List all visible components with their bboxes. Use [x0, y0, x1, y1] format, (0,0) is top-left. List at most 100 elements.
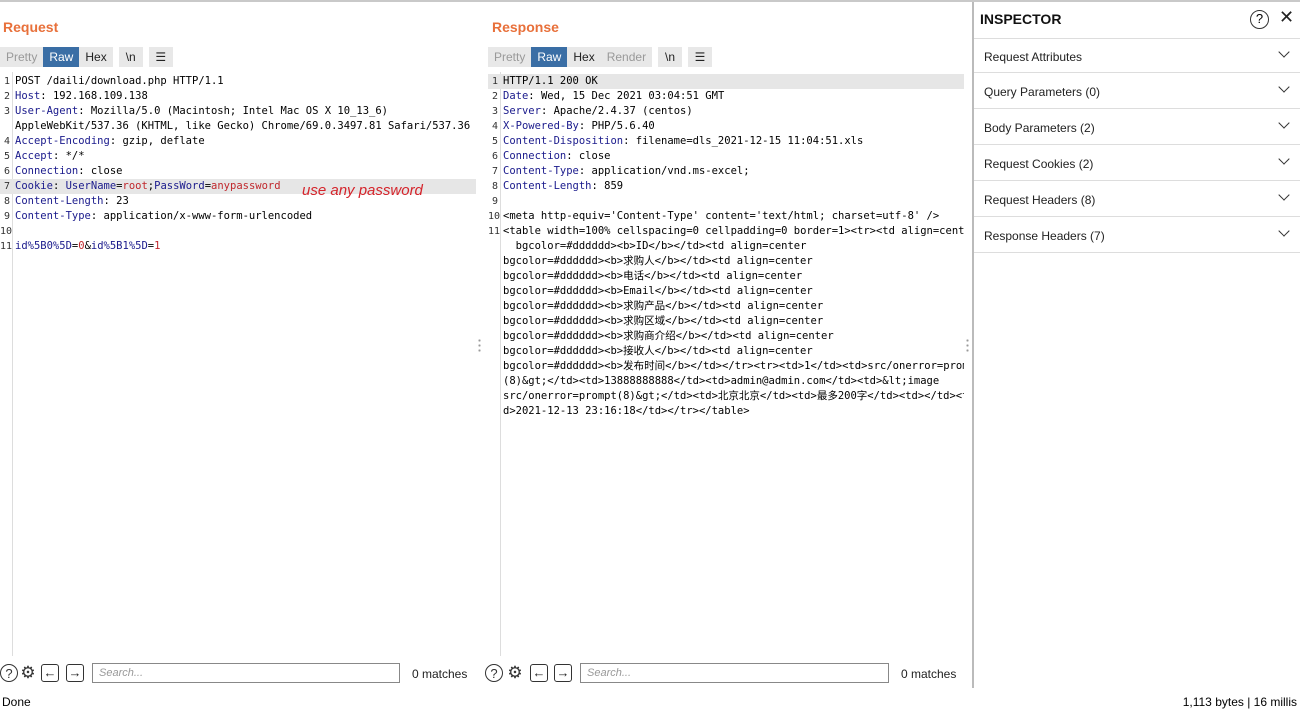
line-text: bgcolor=#dddddd><b>求购人</b></td><td align… — [503, 255, 813, 267]
code-line: 9 — [488, 194, 968, 209]
line-text: bgcolor=#dddddd><b>求购区域</b></td><td alig… — [503, 315, 824, 327]
line-text: <meta http-equiv='Content-Type' content=… — [503, 210, 940, 222]
tab-raw[interactable]: Raw — [43, 47, 80, 67]
request-title: Request — [3, 19, 59, 35]
request-match-count: 0 matches — [412, 667, 468, 681]
line-text: bgcolor=#dddddd><b>Email</b></td><td ali… — [503, 285, 813, 297]
chevron-down-icon — [1278, 46, 1290, 58]
tab-hex[interactable]: Hex — [79, 47, 113, 67]
line-number: 3 — [491, 106, 498, 117]
code-line: 1 POST /daili/download.php HTTP/1.1 — [0, 74, 477, 89]
pane-divider[interactable] — [476, 2, 484, 688]
tab-hex[interactable]: Hex — [567, 47, 601, 67]
code-line: 4 X-Powered-By: PHP/5.6.40 — [488, 119, 968, 134]
request-view-tabs: Pretty Raw Hex \n ☰ — [0, 47, 173, 67]
line-number: 6 — [3, 166, 10, 177]
code-line: bgcolor=#dddddd><b>求购区域</b></td><td alig… — [488, 314, 968, 329]
line-number: 3 — [3, 106, 10, 117]
line-text: id%5B0%5D=0&id%5B1%5D=1 — [15, 240, 161, 252]
line-number: 6 — [491, 151, 498, 162]
arrow-right-icon[interactable]: → — [554, 664, 572, 682]
hamburger-icon: ☰ — [694, 50, 706, 64]
code-line: 5 Content-Disposition: filename=dls_2021-… — [488, 134, 968, 149]
menu-button[interactable]: ☰ — [688, 47, 713, 67]
code-line: 6 Connection: close — [488, 149, 968, 164]
line-number: 7 — [491, 166, 498, 177]
line-number: 2 — [491, 91, 498, 102]
line-number: 9 — [3, 211, 10, 222]
section-request-headers[interactable]: Request Headers (8) — [974, 182, 1300, 217]
tab-pretty[interactable]: Pretty — [0, 47, 44, 67]
line-text: bgcolor=#dddddd><b>求购产品</b></td><td alig… — [503, 300, 824, 312]
line-text: Accept-Encoding: gzip, deflate — [15, 135, 205, 147]
line-number: 4 — [3, 136, 10, 147]
line-text: HTTP/1.1 200 OK — [503, 75, 598, 87]
pane-divider[interactable] — [964, 2, 972, 688]
line-text: bgcolor=#dddddd><b>接收人</b></td><td align… — [503, 345, 813, 357]
hamburger-icon: ☰ — [155, 50, 167, 64]
code-line: bgcolor=#dddddd><b>求购产品</b></td><td alig… — [488, 299, 968, 314]
code-line: bgcolor=#dddddd><b>发布时间</b></td></tr><tr… — [488, 359, 968, 374]
code-line: 10 <meta http-equiv='Content-Type' conten… — [488, 209, 968, 224]
gear-icon[interactable]: ⚙ — [506, 664, 524, 682]
section-request-cookies[interactable]: Request Cookies (2) — [974, 146, 1300, 181]
tab-pretty[interactable]: Pretty — [488, 47, 532, 67]
chevron-down-icon — [1278, 81, 1290, 93]
request-editor[interactable]: 1 POST /daili/download.php HTTP/1.1 2 Host:… — [0, 72, 480, 656]
section-response-headers[interactable]: Response Headers (7) — [974, 218, 1300, 253]
line-text: bgcolor=#dddddd><b>ID</b></td><td align=… — [503, 240, 807, 252]
code-line: 9 Content-Type: application/x-www-form-ur… — [0, 209, 477, 224]
line-text: Connection: close — [503, 150, 611, 162]
line-number: 8 — [491, 181, 498, 192]
tab-render[interactable]: Render — [600, 47, 653, 67]
response-panel: Response Pretty Raw Hex Render \n ☰ 1 HTT… — [485, 2, 971, 688]
section-query-parameters[interactable]: Query Parameters (0) — [974, 74, 1300, 109]
code-line: 7 Content-Type: application/vnd.ms-excel; — [488, 164, 968, 179]
annotation-text: use any password — [302, 182, 423, 199]
code-line: 1 HTTP/1.1 200 OK — [488, 74, 968, 89]
line-text: Host: 192.168.109.138 — [15, 90, 148, 102]
arrow-left-icon[interactable]: ← — [41, 664, 59, 682]
section-request-attributes[interactable]: Request Attributes — [974, 38, 1300, 73]
show-newlines-button[interactable]: \n — [658, 47, 683, 67]
line-text: bgcolor=#dddddd><b>求购商介绍</b></td><td ali… — [503, 330, 834, 342]
line-number: 1 — [491, 76, 498, 87]
code-line: (8)&gt;</td><td>13888888888</td><td>admi… — [488, 374, 968, 389]
code-line: src/onerror=prompt(8)&gt;</td><td>北京北京</… — [488, 389, 968, 404]
line-number: 7 — [3, 181, 10, 192]
line-text: bgcolor=#dddddd><b>电话</b></td><td align=… — [503, 270, 803, 282]
line-number: 1 — [3, 76, 10, 87]
help-icon[interactable]: ? — [0, 664, 18, 682]
line-text: d>2021-12-13 23:16:18</td></tr></table> — [503, 405, 750, 417]
show-newlines-button[interactable]: \n — [118, 47, 143, 67]
section-body-parameters[interactable]: Body Parameters (2) — [974, 110, 1300, 145]
close-icon[interactable]: ✕ — [1279, 7, 1294, 28]
request-panel: Request Pretty Raw Hex \n ☰ 1 POST /daili… — [0, 2, 480, 688]
response-search-input[interactable]: Search... — [580, 663, 889, 683]
menu-button[interactable]: ☰ — [148, 47, 173, 67]
line-text: Connection: close — [15, 165, 123, 177]
line-number: 4 — [491, 121, 498, 132]
code-line: AppleWebKit/537.36 (KHTML, like Gecko) C… — [0, 119, 477, 134]
arrow-right-icon[interactable]: → — [66, 664, 84, 682]
line-number: 11 — [0, 241, 13, 252]
code-line: bgcolor=#dddddd><b>接收人</b></td><td align… — [488, 344, 968, 359]
arrow-left-icon[interactable]: ← — [530, 664, 548, 682]
line-text: Accept: */* — [15, 150, 85, 162]
request-search-bar: ? ⚙ ← → Search... 0 matches — [0, 658, 480, 688]
help-icon[interactable]: ? — [1250, 10, 1269, 29]
code-line: 11 <table width=100% cellspacing=0 cellpa… — [488, 224, 968, 239]
response-title: Response — [492, 19, 559, 35]
code-line: d>2021-12-13 23:16:18</td></tr></table> — [488, 404, 968, 419]
line-text: bgcolor=#dddddd><b>发布时间</b></td></tr><tr… — [503, 360, 968, 372]
line-text: src/onerror=prompt(8)&gt;</td><td>北京北京</… — [503, 390, 968, 402]
gear-icon[interactable]: ⚙ — [19, 664, 37, 682]
help-icon[interactable]: ? — [485, 664, 503, 682]
line-text: X-Powered-By: PHP/5.6.40 — [503, 120, 655, 132]
request-search-input[interactable]: Search... — [92, 663, 400, 683]
response-match-count: 0 matches — [901, 667, 957, 681]
code-line: bgcolor=#dddddd><b>求购商介绍</b></td><td ali… — [488, 329, 968, 344]
line-number: 5 — [491, 136, 498, 147]
response-editor[interactable]: 1 HTTP/1.1 200 OK 2 Date: Wed, 15 Dec 2021 … — [488, 72, 971, 656]
tab-raw[interactable]: Raw — [531, 47, 568, 67]
